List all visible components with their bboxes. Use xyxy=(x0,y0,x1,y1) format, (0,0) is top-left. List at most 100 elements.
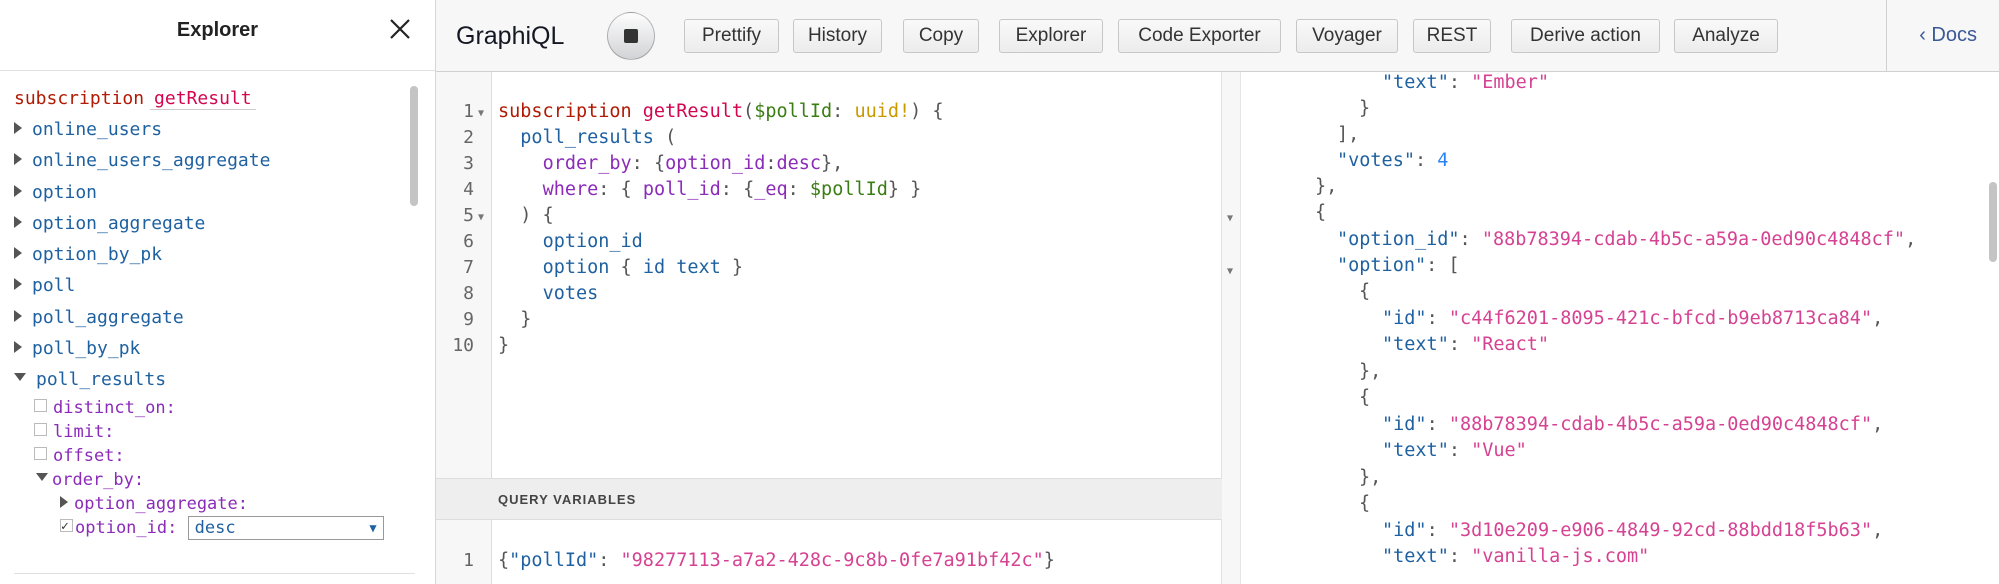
close-icon[interactable] xyxy=(385,14,415,44)
docs-button[interactable]: ‹ Docs xyxy=(1919,24,1977,47)
code-line: { xyxy=(1359,493,1371,514)
result-viewer[interactable]: ▼ ▼ "text": "Ember" } ], "votes": 4 }, {… xyxy=(1222,72,1999,584)
arg-limit[interactable]: limit: xyxy=(14,420,435,444)
explorer-tree: subscription getResult online_users onlin… xyxy=(14,84,435,584)
code-line: "option_id": "88b78394-cdab-4b5c-a59a-0e… xyxy=(1337,229,1917,250)
code-line: "id": "88b78394-cdab-4b5c-a59a-0ed90c484… xyxy=(1382,414,1884,435)
code-line: "text": "React" xyxy=(1382,334,1550,355)
checkbox[interactable] xyxy=(34,447,47,461)
arg-option-aggregate[interactable]: option_aggregate: xyxy=(14,492,435,516)
line-number: 1 xyxy=(463,101,474,122)
caret-down-icon xyxy=(36,472,48,481)
code-line: "votes": 4 xyxy=(1337,150,1449,171)
code-line: option_id xyxy=(542,231,643,252)
query-editor[interactable]: 1 2 3 4 5 6 7 8 9 10 ▼ ▼ subscription ge… xyxy=(436,72,1222,478)
fold-icon[interactable]: ▼ xyxy=(478,212,484,223)
caret-right-icon xyxy=(14,122,22,134)
caret-right-icon xyxy=(14,341,22,354)
line-number: 9 xyxy=(463,309,474,330)
line-number: 2 xyxy=(463,127,474,148)
code-line: } xyxy=(1359,98,1371,119)
checkbox[interactable] xyxy=(34,423,47,437)
code-line: poll_results ( xyxy=(520,127,677,148)
analyze-button[interactable]: Analyze xyxy=(1674,19,1778,53)
checkbox[interactable] xyxy=(34,399,47,413)
operation-name-input[interactable]: getResult xyxy=(150,88,256,110)
line-number: 4 xyxy=(463,179,474,200)
explorer-title: Explorer xyxy=(176,19,259,41)
code-line: { xyxy=(1315,202,1327,223)
operation-keyword: subscription xyxy=(14,88,145,109)
line-number: 5 xyxy=(463,205,474,226)
code-line: } xyxy=(498,309,532,330)
rest-button[interactable]: REST xyxy=(1413,19,1491,53)
caret-right-icon xyxy=(14,247,22,260)
code-line: ) { xyxy=(498,205,554,226)
line-number: 6 xyxy=(463,231,474,252)
tree-item-poll-aggregate[interactable]: poll_aggregate xyxy=(14,302,435,333)
result-gutter xyxy=(1222,72,1241,584)
fold-icon[interactable]: ▼ xyxy=(1227,213,1233,224)
code-line: "option": [ xyxy=(1337,255,1460,276)
code-line: ], xyxy=(1337,124,1360,145)
history-button[interactable]: History xyxy=(793,19,882,53)
tree-item-poll-results[interactable]: poll_results xyxy=(14,364,435,395)
tree-item-option-by-pk[interactable]: option_by_pk xyxy=(14,239,435,270)
code-line: }, xyxy=(1359,361,1382,382)
code-line: }, xyxy=(1315,176,1338,197)
result-scrollbar[interactable] xyxy=(1989,182,1997,262)
explorer-header: Explorer xyxy=(0,0,435,71)
caret-down-icon xyxy=(14,373,26,382)
checkbox-checked[interactable] xyxy=(60,515,73,539)
code-line: subscription getResult($pollId: uuid!) { xyxy=(498,101,944,122)
tree-item-online-users[interactable]: online_users xyxy=(14,114,435,145)
fold-icon[interactable]: ▼ xyxy=(1227,266,1233,277)
divider xyxy=(1886,0,1887,71)
chevron-down-icon: ▼ xyxy=(369,520,377,535)
arg-order-by[interactable]: order_by: xyxy=(14,468,435,492)
code-line: order_by: {option_id:desc}, xyxy=(542,153,844,174)
code-line: { xyxy=(1359,281,1371,302)
explorer-panel: Explorer subscription getResult online_us… xyxy=(0,0,436,584)
line-number: 8 xyxy=(463,283,474,304)
arg-option-id[interactable]: option_id: desc▼ xyxy=(14,515,435,540)
arg-offset[interactable]: offset: xyxy=(14,444,435,468)
order-select[interactable]: desc ▼ xyxy=(187,515,384,540)
arg-distinct-on[interactable]: distinct_on: xyxy=(14,396,435,420)
code-line: } xyxy=(498,335,510,356)
toolbar: GraphiQL Prettify History Copy Explorer … xyxy=(436,0,1999,72)
caret-right-icon xyxy=(14,153,22,166)
chevron-left-icon: ‹ xyxy=(1919,24,1926,46)
caret-right-icon xyxy=(14,278,22,291)
explorer-scrollbar[interactable] xyxy=(410,86,418,206)
code-line: "id": "c44f6201-8095-421c-bfcd-b9eb8713c… xyxy=(1382,308,1884,329)
code-line: {"pollId": "98277113-a7a2-428c-9c8b-0fe7… xyxy=(498,550,1055,571)
divider xyxy=(14,573,415,574)
line-number: 3 xyxy=(463,153,474,174)
tree-item-option[interactable]: option xyxy=(14,177,435,208)
voyager-button[interactable]: Voyager xyxy=(1296,19,1398,53)
app-title: GraphiQL xyxy=(456,22,565,50)
tree-item-poll-by-pk[interactable]: poll_by_pk xyxy=(14,333,435,364)
stop-icon xyxy=(624,29,638,43)
caret-right-icon xyxy=(14,309,22,322)
code-exporter-button[interactable]: Code Exporter xyxy=(1118,19,1281,53)
query-variables-header[interactable]: QUERY VARIABLES xyxy=(436,478,1222,520)
variables-editor[interactable]: 1 {"pollId": "98277113-a7a2-428c-9c8b-0f… xyxy=(436,520,1222,584)
explorer-button[interactable]: Explorer xyxy=(999,19,1103,53)
copy-button[interactable]: Copy xyxy=(903,19,979,53)
prettify-button[interactable]: Prettify xyxy=(684,19,779,53)
code-line: where: { poll_id: {_eq: $pollId} } xyxy=(542,179,922,200)
stop-button[interactable] xyxy=(607,12,655,60)
tree-item-online-users-aggregate[interactable]: online_users_aggregate xyxy=(14,145,435,176)
operation-line: subscription getResult xyxy=(14,84,435,114)
fold-icon[interactable]: ▼ xyxy=(478,108,484,119)
tree-item-option-aggregate[interactable]: option_aggregate xyxy=(14,208,435,239)
code-line: }, xyxy=(1359,467,1382,488)
caret-right-icon xyxy=(60,495,68,508)
code-line: option { id text } xyxy=(542,257,744,278)
tree-item-poll[interactable]: poll xyxy=(14,270,435,301)
line-number: 1 xyxy=(463,550,474,571)
derive-action-button[interactable]: Derive action xyxy=(1511,19,1660,53)
line-number: 7 xyxy=(463,257,474,278)
